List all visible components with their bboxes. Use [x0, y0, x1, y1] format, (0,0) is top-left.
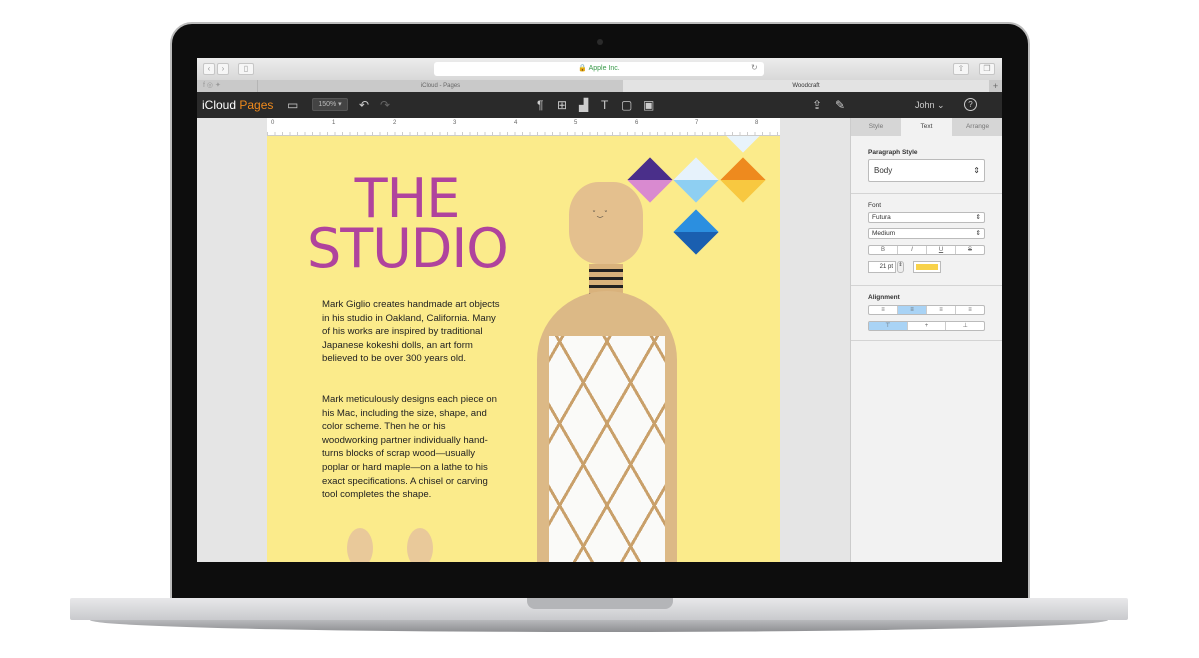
alignment-label: Alignment: [868, 294, 900, 301]
body-paragraph-1[interactable]: Mark Giglio creates handmade art objects…: [322, 298, 502, 366]
divider: [851, 340, 1002, 341]
tab-woodcraft[interactable]: Woodcraft: [623, 80, 989, 92]
ruler-mark: 0: [271, 120, 275, 126]
paragraph-icon[interactable]: ¶: [537, 98, 543, 112]
ruler-mark: 7: [695, 120, 699, 126]
ruler-mark: 3: [453, 120, 457, 126]
document-page[interactable]: THE STUDIO Mark Giglio creates handmade a…: [267, 136, 780, 562]
paragraph-style-select[interactable]: Body ⇕: [868, 159, 985, 182]
url-text: Apple Inc.: [588, 65, 620, 72]
tabs-icon[interactable]: ❐: [979, 63, 995, 75]
tab-style[interactable]: Style: [851, 118, 901, 136]
justify-button[interactable]: ≡: [956, 306, 984, 314]
text-box-icon[interactable]: T: [601, 98, 608, 112]
address-bar[interactable]: 🔒 Apple Inc.: [434, 62, 764, 76]
ruler-mark: 4: [514, 120, 518, 126]
font-size-field[interactable]: 21 pt: [868, 261, 896, 273]
back-icon[interactable]: ‹: [203, 63, 215, 75]
small-doll-image: [347, 528, 373, 562]
ruler-mark: 5: [574, 120, 578, 126]
tab-arrange[interactable]: Arrange: [952, 118, 1002, 136]
chart-icon[interactable]: ▟: [579, 98, 588, 112]
font-label: Font: [868, 202, 882, 209]
new-tab-button[interactable]: +: [989, 80, 1002, 92]
laptop-notch: [527, 598, 673, 609]
horizontal-alignment: ≡ ≡ ≡ ≡: [868, 305, 985, 315]
align-bottom-button[interactable]: ⊥: [946, 322, 984, 330]
paragraph-style-label: Paragraph Style: [868, 149, 918, 156]
font-size-stepper[interactable]: ⇕: [897, 261, 904, 273]
undo-icon[interactable]: ↶: [359, 98, 369, 112]
sidebar-icon[interactable]: ▯: [238, 63, 254, 75]
align-middle-button[interactable]: +: [908, 322, 947, 330]
font-select[interactable]: Futura ⇕: [868, 212, 985, 223]
ruler[interactable]: 0 1 2 3 4 5 6 7 8: [267, 118, 780, 136]
divider: [851, 285, 1002, 286]
reload-icon[interactable]: ↻: [751, 63, 758, 72]
screen: ‹ › ▯ 🔒 Apple Inc. ↻ ⇧ ❐ f ◎ ✦ iCloud - …: [197, 58, 1002, 562]
format-panel: Style Text Arrange Paragraph Style Body ⇕…: [850, 118, 1002, 562]
share-icon[interactable]: ⇪: [812, 98, 822, 112]
kokeshi-doll-image: ˘ ‿ ˘: [507, 176, 707, 562]
tab-bar: f ◎ ✦ iCloud - Pages Woodcraft +: [197, 80, 1002, 92]
ruler-mark: 2: [393, 120, 397, 126]
small-doll-image: [407, 528, 433, 562]
align-left-button[interactable]: ≡: [869, 306, 898, 314]
settings-wrench-icon[interactable]: ✎: [835, 98, 845, 112]
underline-button[interactable]: U: [927, 246, 956, 254]
bold-button[interactable]: B: [869, 246, 898, 254]
ruler-mark: 1: [332, 120, 336, 126]
help-icon[interactable]: ?: [964, 98, 977, 111]
share-icon[interactable]: ⇧: [953, 63, 969, 75]
align-center-button[interactable]: ≡: [898, 306, 927, 314]
tab-icloud-pages[interactable]: iCloud - Pages: [257, 80, 623, 92]
redo-icon[interactable]: ↷: [380, 98, 390, 112]
browser-toolbar: ‹ › ▯ 🔒 Apple Inc. ↻ ⇧ ❐: [197, 58, 1002, 80]
vertical-alignment: ⊤ + ⊥: [868, 321, 985, 331]
tab-text[interactable]: Text: [901, 118, 952, 136]
shape-icon[interactable]: ▢: [621, 98, 632, 112]
ruler-mark: 6: [635, 120, 639, 126]
text-style-buttons: BIUS: [868, 245, 985, 255]
bookmark-icons[interactable]: f ◎ ✦: [203, 81, 221, 89]
user-menu[interactable]: John ⌄: [915, 100, 945, 111]
weight-select[interactable]: Medium ⇕: [868, 228, 985, 239]
document-title[interactable]: THE STUDIO: [307, 172, 509, 276]
text-color-well[interactable]: [913, 261, 941, 273]
align-right-button[interactable]: ≡: [927, 306, 956, 314]
divider: [851, 193, 1002, 194]
zoom-select[interactable]: 150% ▾: [312, 98, 348, 111]
strikethrough-button[interactable]: S: [956, 246, 984, 254]
app-toolbar: iCloud Pages ▭ 150% ▾ ↶ ↷ ¶ ⊞ ▟ T ▢ ▣ ⇪ …: [197, 92, 1002, 118]
app-logo: iCloud Pages: [202, 98, 274, 112]
camera: [597, 39, 603, 45]
align-top-button[interactable]: ⊤: [869, 322, 908, 330]
table-icon[interactable]: ⊞: [557, 98, 567, 112]
forward-icon[interactable]: ›: [217, 63, 229, 75]
image-icon[interactable]: ▣: [643, 98, 654, 112]
laptop-base-bottom: [90, 620, 1108, 632]
italic-button[interactable]: I: [898, 246, 927, 254]
view-icon[interactable]: ▭: [287, 98, 298, 112]
body-paragraph-2[interactable]: Mark meticulously designs each piece on …: [322, 393, 502, 502]
ruler-mark: 8: [755, 120, 759, 126]
